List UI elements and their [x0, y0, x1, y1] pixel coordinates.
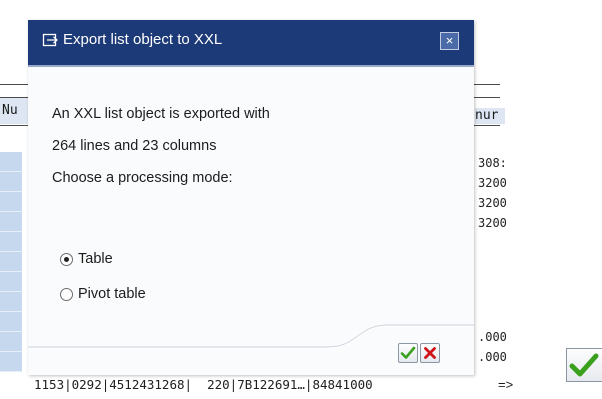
- cell-value: 3200: [478, 196, 507, 210]
- cell-value: 3200: [478, 216, 507, 230]
- check-icon: [400, 346, 416, 359]
- cell-value: 3200: [478, 176, 507, 190]
- column-header-right: nur: [475, 108, 505, 124]
- export-icon: [42, 33, 58, 47]
- row-marker[interactable]: [0, 332, 22, 352]
- cancel-x-icon: [424, 347, 436, 359]
- cell-value: .000: [478, 350, 507, 364]
- option-pivot-table-label[interactable]: Pivot table: [78, 286, 146, 302]
- column-header-left: Nu: [0, 98, 30, 124]
- annotation-arrow: =>: [498, 377, 514, 392]
- row-marker[interactable]: [0, 232, 22, 252]
- row-marker[interactable]: [0, 352, 22, 372]
- option-table-label[interactable]: Table: [78, 251, 113, 267]
- row-marker[interactable]: [0, 272, 22, 292]
- radio-table[interactable]: [60, 253, 73, 266]
- row-marker[interactable]: [0, 212, 22, 232]
- message-line-1: An XXL list object is exported with: [52, 106, 270, 122]
- close-icon[interactable]: ×: [440, 32, 459, 50]
- row-marker[interactable]: [0, 292, 22, 312]
- row-marker[interactable]: [0, 252, 22, 272]
- export-xxl-dialog: Export list object to XXL × An XXL list …: [28, 20, 474, 375]
- radio-pivot-table[interactable]: [60, 288, 73, 301]
- row-marker[interactable]: [0, 152, 22, 172]
- check-icon: [569, 353, 599, 377]
- row-marker[interactable]: [0, 192, 22, 212]
- dialog-title: Export list object to XXL: [63, 31, 223, 48]
- confirm-button-zoomed[interactable]: [566, 348, 602, 382]
- dialog-titlebar[interactable]: Export list object to XXL ×: [28, 20, 474, 67]
- cell-value: .000: [478, 330, 507, 344]
- cell-value: 308:: [478, 156, 507, 170]
- list-row-bottom: 1153|0292|4512431268| 220|7B122691…|8484…: [34, 377, 373, 392]
- radio-selected-dot: [64, 257, 69, 262]
- row-marker[interactable]: [0, 172, 22, 192]
- row-marker[interactable]: [0, 312, 22, 332]
- cancel-button[interactable]: [420, 343, 440, 363]
- message-line-3: Choose a processing mode:: [52, 170, 233, 186]
- message-line-2: 264 lines and 23 columns: [52, 138, 217, 154]
- confirm-button[interactable]: [398, 343, 418, 363]
